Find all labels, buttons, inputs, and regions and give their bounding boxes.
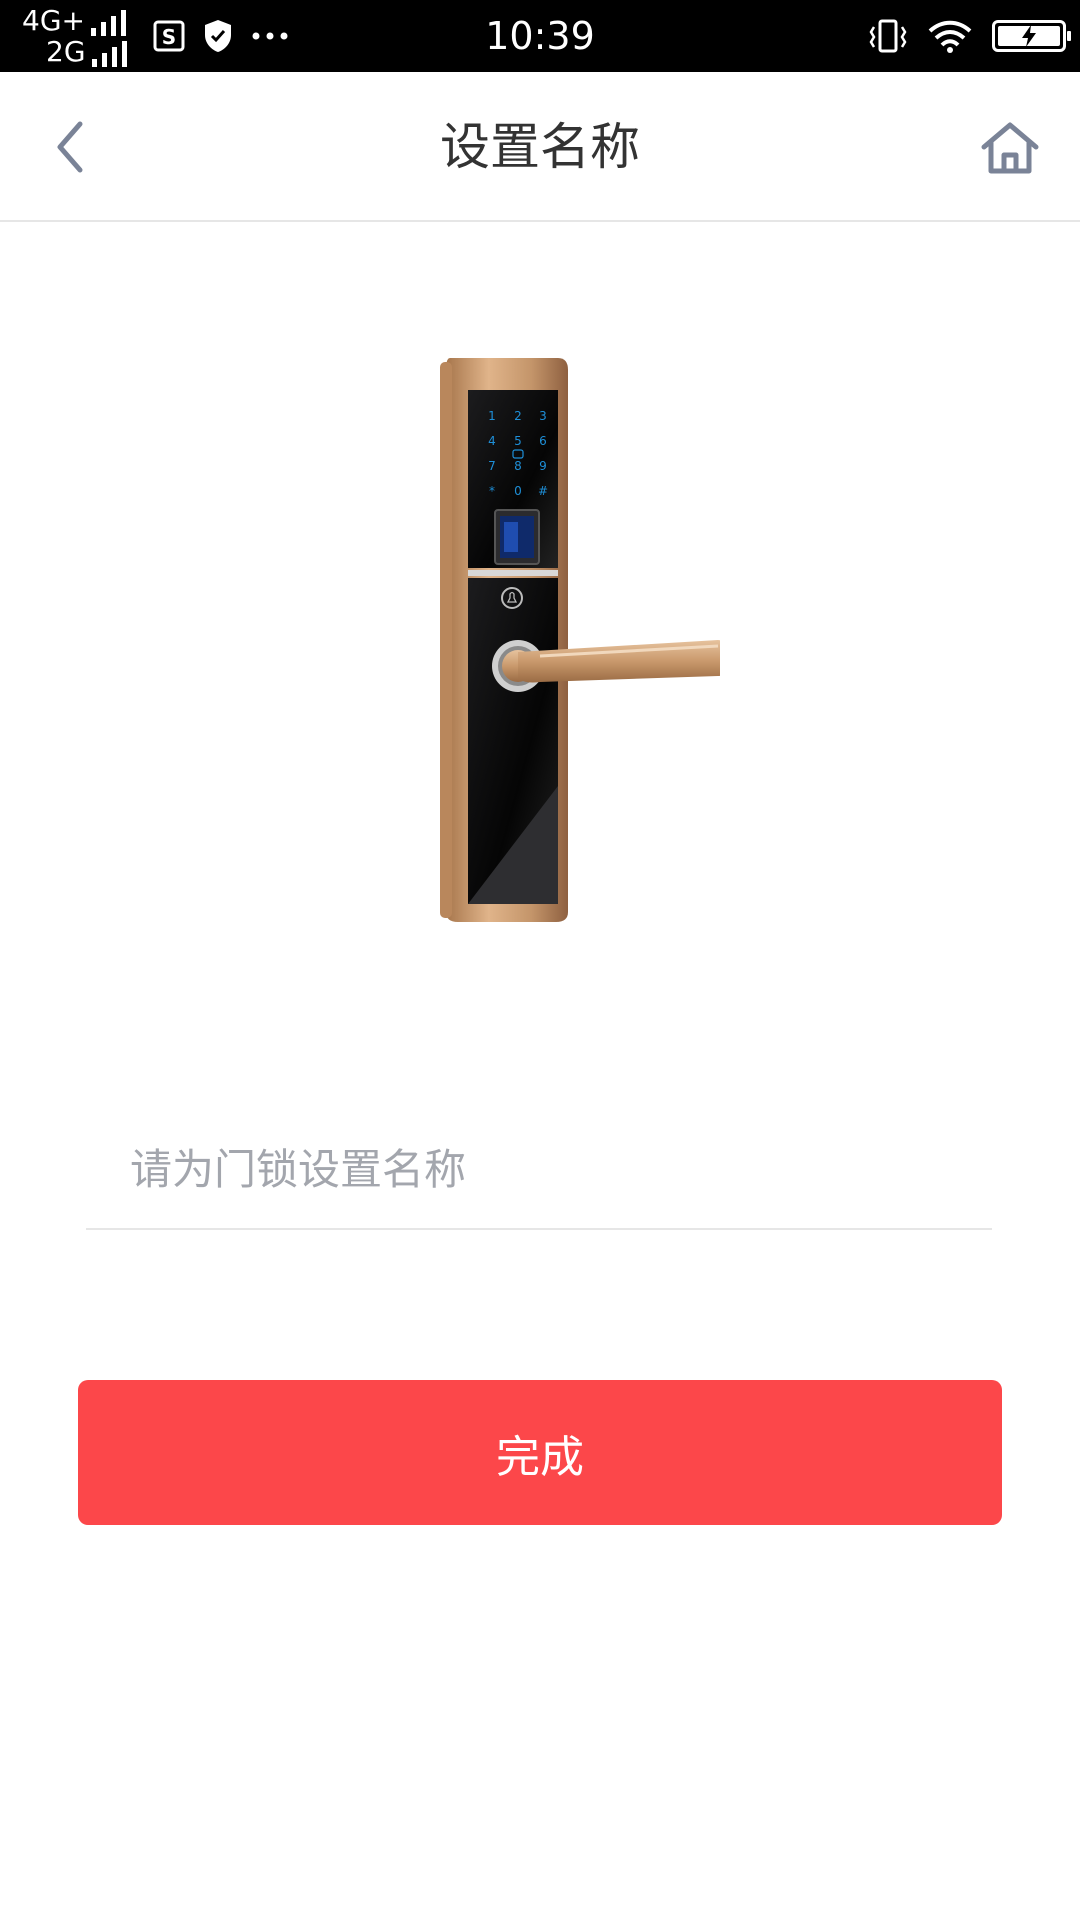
svg-text:3: 3	[539, 409, 547, 423]
svg-text:#: #	[538, 484, 548, 498]
door-lock-image: 1 2 3 4 5 6 7 8 9 * 0 #	[440, 358, 720, 922]
home-button[interactable]	[978, 116, 1042, 180]
done-button[interactable]: 完成	[78, 1380, 1002, 1525]
svg-text:6: 6	[539, 434, 547, 448]
wifi-icon	[928, 20, 972, 53]
header: 设置名称	[0, 72, 1080, 222]
home-icon	[981, 122, 1039, 174]
status-bar: 4G+ 2G S 10:39	[0, 0, 1080, 72]
svg-text:5: 5	[514, 434, 522, 448]
lock-name-input[interactable]	[86, 1110, 992, 1228]
svg-text:8: 8	[514, 459, 522, 473]
svg-text:0: 0	[514, 484, 522, 498]
svg-text:4: 4	[488, 434, 496, 448]
status-right	[868, 0, 1071, 72]
page-title: 设置名称	[440, 118, 640, 176]
svg-text:7: 7	[488, 459, 496, 473]
battery-charging-icon	[992, 20, 1071, 52]
name-input-field	[86, 1110, 992, 1230]
svg-text:1: 1	[488, 409, 496, 423]
svg-text:9: 9	[539, 459, 547, 473]
svg-text:2: 2	[514, 409, 522, 423]
vibrate-icon	[869, 19, 907, 53]
svg-text:*: *	[489, 484, 495, 498]
